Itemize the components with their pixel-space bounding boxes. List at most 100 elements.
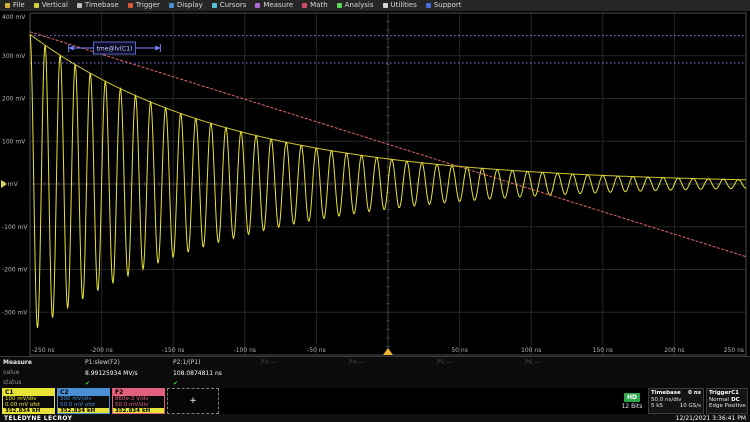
param-p6-value bbox=[525, 368, 541, 379]
trigger-box[interactable]: Trigger C1 DC Normal Edge Positive bbox=[706, 388, 748, 414]
analysis-menu-icon bbox=[337, 3, 342, 8]
cursors-menu-icon bbox=[212, 3, 217, 8]
param-status-ok-icon: ✔ bbox=[85, 379, 138, 388]
menu-item-label: Cursors bbox=[220, 0, 247, 11]
oscilloscope-app: File Vertical Timebase Trigger Display Cursor… bbox=[0, 0, 750, 422]
measure-column-p2: P2:1/(P1)108.0874811 ns✔ bbox=[173, 358, 222, 388]
menu-item-label: Utilities bbox=[391, 0, 417, 11]
menu-item-label: Trigger bbox=[136, 0, 160, 11]
menu-item-label: Analysis bbox=[345, 0, 374, 11]
menu-item-label: File bbox=[13, 0, 25, 11]
measure-title: Measure bbox=[3, 358, 32, 368]
descriptor-f2-title: F2 bbox=[113, 389, 164, 396]
x-axis-label: 250 ns bbox=[724, 347, 744, 354]
trigger-menu-icon bbox=[128, 3, 133, 8]
utilities-menu-icon bbox=[383, 3, 388, 8]
trigger-type: Edge Positive bbox=[709, 403, 745, 409]
menu-item-support[interactable]: Support bbox=[426, 0, 462, 11]
menu-item-timebase[interactable]: Timebase bbox=[77, 0, 119, 11]
param-p5-value bbox=[437, 368, 453, 379]
trigger-source: C1 DC bbox=[731, 390, 745, 397]
hd-resolution: HD 12 Bits bbox=[618, 388, 646, 414]
measure-status-row-label: status bbox=[3, 378, 32, 388]
menu-item-cursors[interactable]: Cursors bbox=[212, 0, 247, 11]
y-axis-label: 200 mV bbox=[2, 96, 26, 103]
status-bar: TELEDYNE LECROY 12/21/2021 3:36:41 PM bbox=[0, 414, 750, 422]
plus-icon: + bbox=[189, 396, 197, 406]
x-axis-label: -50 ns bbox=[307, 347, 326, 354]
menu-item-trigger[interactable]: Trigger bbox=[128, 0, 160, 11]
menu-item-label: Measure bbox=[263, 0, 293, 11]
timebase-delay: 0 ns bbox=[688, 390, 701, 397]
param-status-empty bbox=[349, 379, 365, 388]
measure-column-p1: P1:slew(F2)8.99125934 MV/s✔ bbox=[85, 358, 138, 388]
param-p1-value: 8.99125934 MV/s bbox=[85, 368, 138, 379]
param-p5-header[interactable]: P5:--- bbox=[437, 358, 453, 368]
menu-item-label: Math bbox=[310, 0, 328, 11]
math-menu-icon bbox=[302, 3, 307, 8]
hd-bits-label: 12 Bits bbox=[622, 403, 643, 410]
menu-item-utilities[interactable]: Utilities bbox=[383, 0, 417, 11]
timebase-samples: 5 kS bbox=[651, 403, 663, 409]
descriptor-row: C1100 mV/div0.00 mV ofst352.834 kHC2500 … bbox=[0, 388, 750, 414]
menu-item-vertical[interactable]: Vertical bbox=[34, 0, 68, 11]
arrow-left-icon bbox=[69, 46, 74, 51]
measure-column-p4: P4:--- bbox=[349, 358, 365, 388]
param-p4-header[interactable]: P4:--- bbox=[349, 358, 365, 368]
measure-column-p6: P6:--- bbox=[525, 358, 541, 388]
menu-item-math[interactable]: Math bbox=[302, 0, 328, 11]
menu-bar: File Vertical Timebase Trigger Display Cursor… bbox=[0, 0, 750, 11]
menu-item-display[interactable]: Display bbox=[169, 0, 203, 11]
param-status-empty bbox=[261, 379, 277, 388]
menu-item-label: Display bbox=[177, 0, 203, 11]
x-axis-label: 100 ns bbox=[521, 347, 541, 354]
menu-item-label: Vertical bbox=[42, 0, 68, 11]
measure-column-p3: P3:--- bbox=[261, 358, 277, 388]
menu-item-file[interactable]: File bbox=[5, 0, 25, 11]
menu-item-measure[interactable]: Measure bbox=[255, 0, 293, 11]
display-menu-icon bbox=[169, 3, 174, 8]
descriptor-f2[interactable]: F2860e-3 V/dv50.0 mV/div352.834 kH bbox=[112, 388, 165, 414]
descriptor-c2[interactable]: C2500 mV/div50.0 mV ofst352.834 kH bbox=[57, 388, 110, 414]
param-p2-value: 108.0874811 ns bbox=[173, 368, 222, 379]
measure-row-labels: Measure value status bbox=[3, 358, 32, 388]
param-status-empty bbox=[525, 379, 541, 388]
measure-panel: Measure value status P1:slew(F2)8.991259… bbox=[0, 356, 750, 388]
param-p1-header[interactable]: P1:slew(F2) bbox=[85, 358, 138, 368]
y-axis-label: 400 mV bbox=[2, 14, 26, 21]
timebase-box[interactable]: Timebase 0 ns 50.0 ns/div 5 kS 10 GS/s bbox=[648, 388, 704, 414]
x-axis-label: -150 ns bbox=[162, 347, 184, 354]
param-status-empty bbox=[437, 379, 453, 388]
clock: 12/21/2021 3:36:41 PM bbox=[676, 415, 746, 422]
trigger-title: Trigger bbox=[709, 390, 731, 397]
annotation-label: tme@lv(C1) bbox=[97, 46, 133, 53]
timebase-rate: 10 GS/s bbox=[680, 403, 701, 409]
x-axis-label: 50 ns bbox=[451, 347, 467, 354]
arrow-right-icon bbox=[155, 46, 160, 51]
descriptor-c1[interactable]: C1100 mV/div0.00 mV ofst352.834 kH bbox=[2, 388, 55, 414]
param-p6-header[interactable]: P6:--- bbox=[525, 358, 541, 368]
y-axis-label: -100 mV bbox=[2, 224, 28, 231]
descriptor-c1-title: C1 bbox=[3, 389, 54, 396]
menu-item-label: Support bbox=[434, 0, 462, 11]
trigger-position-marker[interactable] bbox=[383, 348, 393, 355]
x-axis-label: 200 ns bbox=[664, 347, 684, 354]
hd-badge: HD bbox=[624, 393, 640, 402]
support-menu-icon bbox=[426, 3, 431, 8]
y-axis-label: 0 mV bbox=[2, 181, 19, 188]
x-axis-label: -250 ns bbox=[32, 347, 54, 354]
vertical-menu-icon bbox=[34, 3, 39, 8]
x-axis-label: -100 ns bbox=[234, 347, 256, 354]
param-p3-header[interactable]: P3:--- bbox=[261, 358, 277, 368]
timebase-title: Timebase bbox=[651, 390, 681, 397]
menu-item-analysis[interactable]: Analysis bbox=[337, 0, 374, 11]
add-trace-box[interactable]: + bbox=[167, 388, 219, 414]
y-axis-label: -300 mV bbox=[2, 309, 28, 316]
acquisition-cluster: HD 12 Bits Timebase 0 ns 50.0 ns/div 5 k… bbox=[618, 388, 748, 414]
waveform-grid: tme@lv(C1)400 mV300 mV200 mV100 mV0 mV-1… bbox=[0, 11, 750, 356]
y-axis-label: -200 mV bbox=[2, 267, 28, 274]
file-menu-icon bbox=[5, 3, 10, 8]
brand-logo: TELEDYNE LECROY bbox=[4, 415, 72, 422]
param-p2-header[interactable]: P2:1/(P1) bbox=[173, 358, 222, 368]
y-axis-label: 300 mV bbox=[2, 53, 26, 60]
